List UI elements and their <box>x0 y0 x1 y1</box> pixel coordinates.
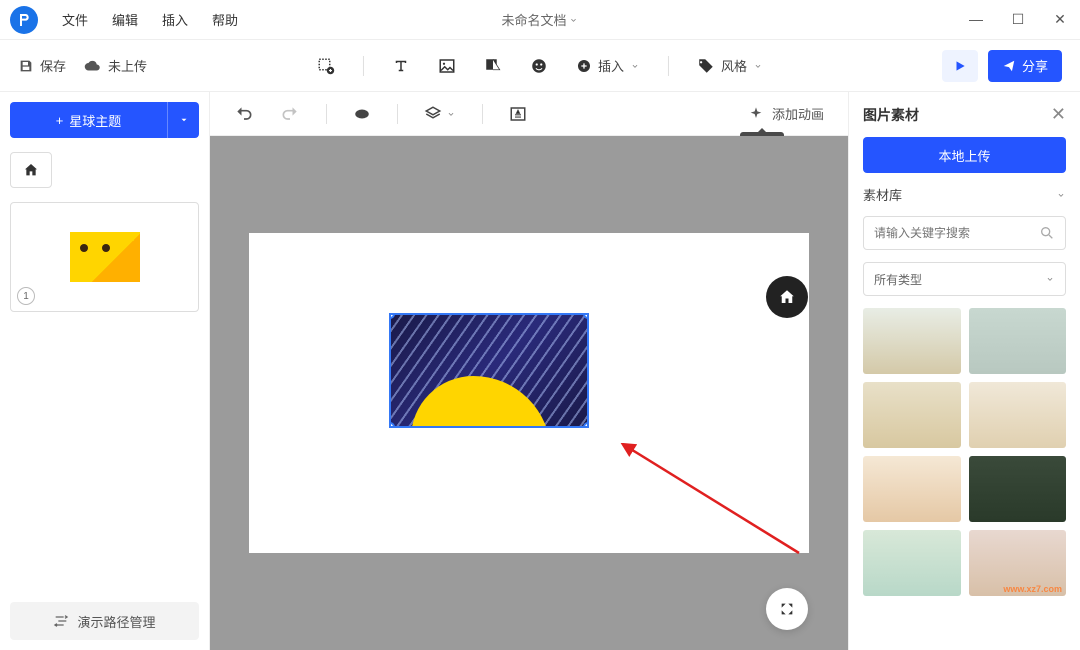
icon-tool-button[interactable] <box>509 105 527 123</box>
tag-icon <box>697 57 715 75</box>
chevron-down-icon <box>1045 274 1055 284</box>
panel-title: 图片素材 <box>863 105 919 125</box>
asset-item[interactable] <box>863 456 961 522</box>
upload-status[interactable]: 未上传 <box>84 56 147 75</box>
selected-image[interactable] <box>389 313 589 428</box>
save-button[interactable]: 保存 <box>18 56 66 75</box>
asset-search[interactable] <box>863 216 1066 250</box>
plus-circle-icon <box>576 58 592 74</box>
undo-button[interactable] <box>234 104 254 124</box>
library-toggle[interactable]: 素材库 <box>863 185 1066 204</box>
theme-button[interactable]: + 星球主题 <box>10 102 167 138</box>
right-panel: 图片素材 ✕ 本地上传 素材库 所有类型 www.xz7.com <box>848 92 1080 650</box>
asset-item[interactable] <box>863 382 961 448</box>
canvas-area: 添加动画 图标 <box>210 92 848 650</box>
canvas-viewport[interactable] <box>210 136 848 650</box>
chevron-down-icon <box>446 109 456 119</box>
menu-file[interactable]: 文件 <box>50 4 100 35</box>
search-icon[interactable] <box>1039 225 1055 241</box>
search-input[interactable] <box>874 226 1039 240</box>
window-minimize[interactable]: — <box>964 11 988 28</box>
play-icon <box>953 59 967 73</box>
watermark-text: www.xz7.com <box>1003 584 1062 594</box>
menu-help[interactable]: 帮助 <box>200 4 250 35</box>
redo-button[interactable] <box>280 104 300 124</box>
asset-grid: www.xz7.com <box>863 308 1066 596</box>
play-button[interactable] <box>942 50 978 82</box>
asset-item[interactable] <box>969 456 1067 522</box>
theme-dropdown[interactable] <box>167 102 199 138</box>
local-upload-button[interactable]: 本地上传 <box>863 137 1066 173</box>
chevron-down-icon <box>569 15 579 25</box>
square-plus-icon[interactable] <box>317 57 335 75</box>
slide-canvas[interactable] <box>249 233 809 553</box>
home-icon <box>23 162 39 178</box>
home-icon <box>778 288 796 306</box>
text-icon[interactable] <box>392 57 410 75</box>
cloud-icon <box>84 57 102 75</box>
chevron-down-icon <box>1056 190 1066 200</box>
window-maximize[interactable]: ☐ <box>1006 11 1030 28</box>
caret-down-icon <box>179 115 189 125</box>
asset-item[interactable] <box>969 382 1067 448</box>
menubar: 文件 编辑 插入 帮助 未命名文档 — ☐ ✕ <box>0 0 1080 40</box>
plus-icon: + <box>56 113 64 128</box>
save-icon <box>18 58 34 74</box>
expand-icon <box>779 601 795 617</box>
document-title[interactable]: 未命名文档 <box>501 10 578 29</box>
home-thumb-button[interactable] <box>10 152 52 188</box>
left-sidebar: + 星球主题 1 演示路径管理 <box>0 92 210 650</box>
send-icon <box>1002 59 1016 73</box>
layer-button[interactable] <box>424 105 456 123</box>
image-icon[interactable] <box>438 57 456 75</box>
sparkle-icon <box>748 106 764 122</box>
menu-insert[interactable]: 插入 <box>150 4 200 35</box>
asset-item[interactable] <box>863 308 961 374</box>
route-icon <box>53 613 69 629</box>
style-dropdown[interactable]: 风格 <box>697 56 763 75</box>
main-toolbar: 保存 未上传 插入 风格 分享 <box>0 40 1080 92</box>
add-animation-button[interactable]: 添加动画 <box>748 104 824 123</box>
annotation-arrow <box>619 443 819 563</box>
resize-handle-br[interactable] <box>583 422 589 428</box>
resize-handle-bl[interactable] <box>389 422 395 428</box>
fill-color-button[interactable] <box>353 105 371 123</box>
asset-type-filter[interactable]: 所有类型 <box>863 262 1066 296</box>
slide-number: 1 <box>17 287 35 305</box>
resize-handle-tr[interactable] <box>583 313 589 319</box>
shape-icon[interactable] <box>484 57 502 75</box>
window-close[interactable]: ✕ <box>1048 11 1072 28</box>
canvas-toolbar: 添加动画 图标 <box>210 92 848 136</box>
asset-item[interactable] <box>969 308 1067 374</box>
chevron-down-icon <box>630 61 640 71</box>
share-button[interactable]: 分享 <box>988 50 1062 82</box>
asset-item[interactable] <box>863 530 961 596</box>
emoji-icon[interactable] <box>530 57 548 75</box>
canvas-expand-button[interactable] <box>766 588 808 630</box>
insert-dropdown[interactable]: 插入 <box>576 56 640 75</box>
slide-thumbnail[interactable]: 1 <box>10 202 199 312</box>
chevron-down-icon <box>753 61 763 71</box>
resize-handle-tl[interactable] <box>389 313 395 319</box>
asset-item[interactable]: www.xz7.com <box>969 530 1067 596</box>
canvas-home-button[interactable] <box>766 276 808 318</box>
path-manager-button[interactable]: 演示路径管理 <box>10 602 199 640</box>
rotate-handle[interactable] <box>587 313 589 317</box>
menu-edit[interactable]: 编辑 <box>100 4 150 35</box>
thumbnail-image <box>70 232 140 282</box>
panel-close[interactable]: ✕ <box>1051 104 1066 125</box>
app-logo[interactable] <box>10 6 38 34</box>
